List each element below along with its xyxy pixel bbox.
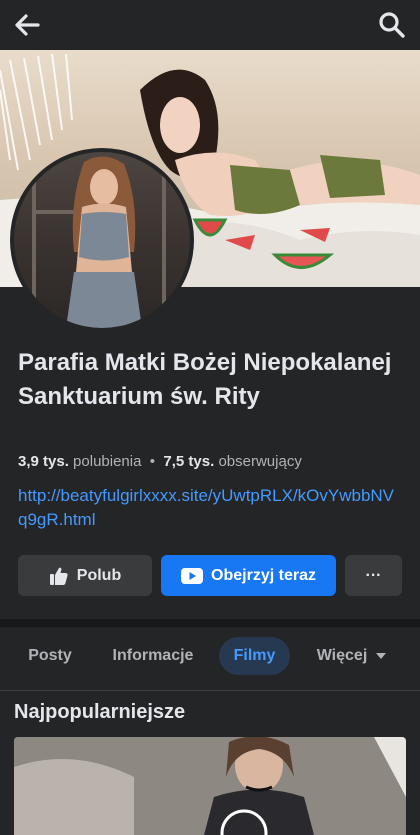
profile-avatar[interactable]	[10, 148, 194, 332]
arrow-left-icon[interactable]	[12, 10, 44, 40]
thumbs-up-icon	[49, 567, 68, 585]
tabs-divider	[0, 690, 420, 691]
tab-videos[interactable]: Filmy	[219, 637, 290, 675]
likes-count[interactable]: 3,9 tys.	[18, 453, 69, 470]
watch-label: Obejrzyj teraz	[211, 566, 316, 584]
followers-label[interactable]: obserwujący	[218, 453, 301, 470]
section-title: Najpopularniejsze	[14, 701, 186, 723]
section-divider	[0, 619, 420, 627]
page-tabs: Posty Informacje Filmy Więcej	[0, 633, 420, 679]
page-title: Parafia Matki Bożej Niepokalanej Sanktua…	[18, 349, 392, 410]
website-link[interactable]: http://beatyfulgirlxxxx.site/yUwtpRLX/kO…	[18, 484, 398, 532]
tab-posts-label: Posty	[28, 647, 72, 664]
like-label: Polub	[76, 566, 122, 584]
stats-separator: •	[149, 453, 156, 470]
tab-more-label: Więcej	[316, 647, 368, 664]
likes-label[interactable]: polubienia	[73, 453, 141, 470]
avatar-photo	[14, 152, 190, 328]
tab-info-label: Informacje	[112, 647, 194, 664]
top-bar	[0, 0, 420, 50]
tab-more[interactable]: Więcej	[302, 637, 402, 675]
more-icon: ···	[365, 566, 382, 584]
caret-down-icon	[376, 653, 387, 659]
like-button[interactable]: Polub	[18, 555, 152, 596]
video-thumbnail[interactable]	[14, 737, 406, 835]
tab-info[interactable]: Informacje	[100, 637, 206, 675]
video-play-icon	[181, 567, 204, 584]
followers-count[interactable]: 7,5 tys.	[163, 453, 214, 470]
more-options-button[interactable]: ···	[345, 555, 402, 596]
page-stats: 3,9 tys. polubienia • 7,5 tys. obserwują…	[18, 453, 302, 470]
search-icon[interactable]	[376, 10, 408, 40]
watch-now-button[interactable]: Obejrzyj teraz	[161, 555, 336, 596]
tab-posts[interactable]: Posty	[14, 637, 86, 675]
tab-videos-label: Filmy	[233, 647, 276, 664]
